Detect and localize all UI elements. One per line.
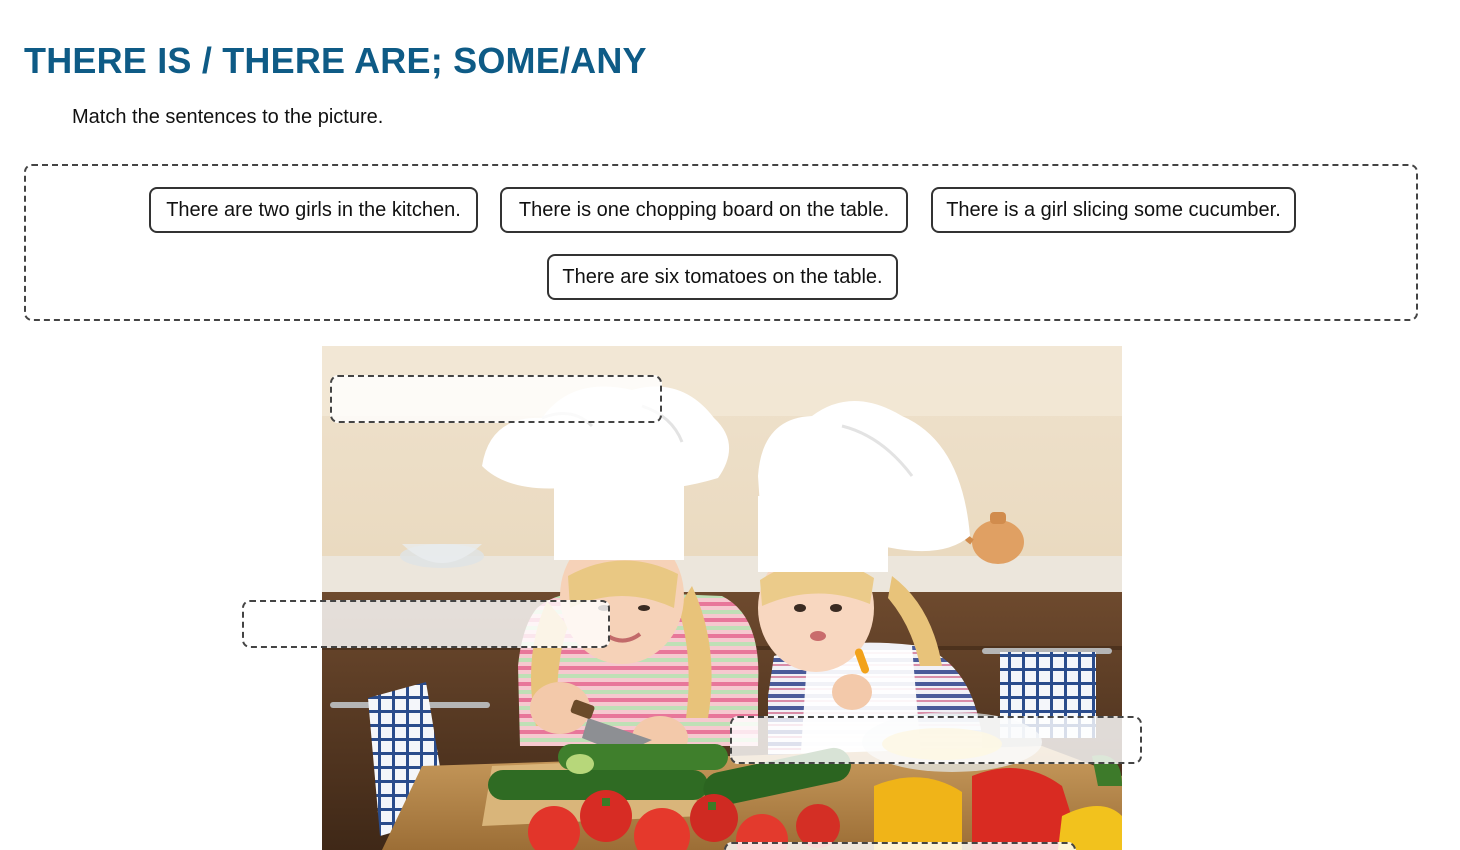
worksheet-page: THERE IS / THERE ARE; SOME/ANY Match the… [0, 0, 1460, 850]
sentence-option-chopping-board[interactable]: There is one chopping board on the table… [500, 187, 908, 233]
drop-zone-1[interactable] [330, 375, 662, 423]
drop-zone-3[interactable] [730, 716, 1142, 764]
drop-zone-2[interactable] [242, 600, 610, 648]
drop-zone-4[interactable] [724, 842, 1076, 850]
sentence-option-two-girls[interactable]: There are two girls in the kitchen. [149, 187, 478, 233]
sentence-option-girl-slicing[interactable]: There is a girl slicing some cucumber. [931, 187, 1296, 233]
page-title: THERE IS / THERE ARE; SOME/ANY [24, 40, 647, 81]
instruction-text: Match the sentences to the picture. [72, 106, 384, 128]
sentence-option-six-tomatoes[interactable]: There are six tomatoes on the table. [547, 254, 898, 300]
